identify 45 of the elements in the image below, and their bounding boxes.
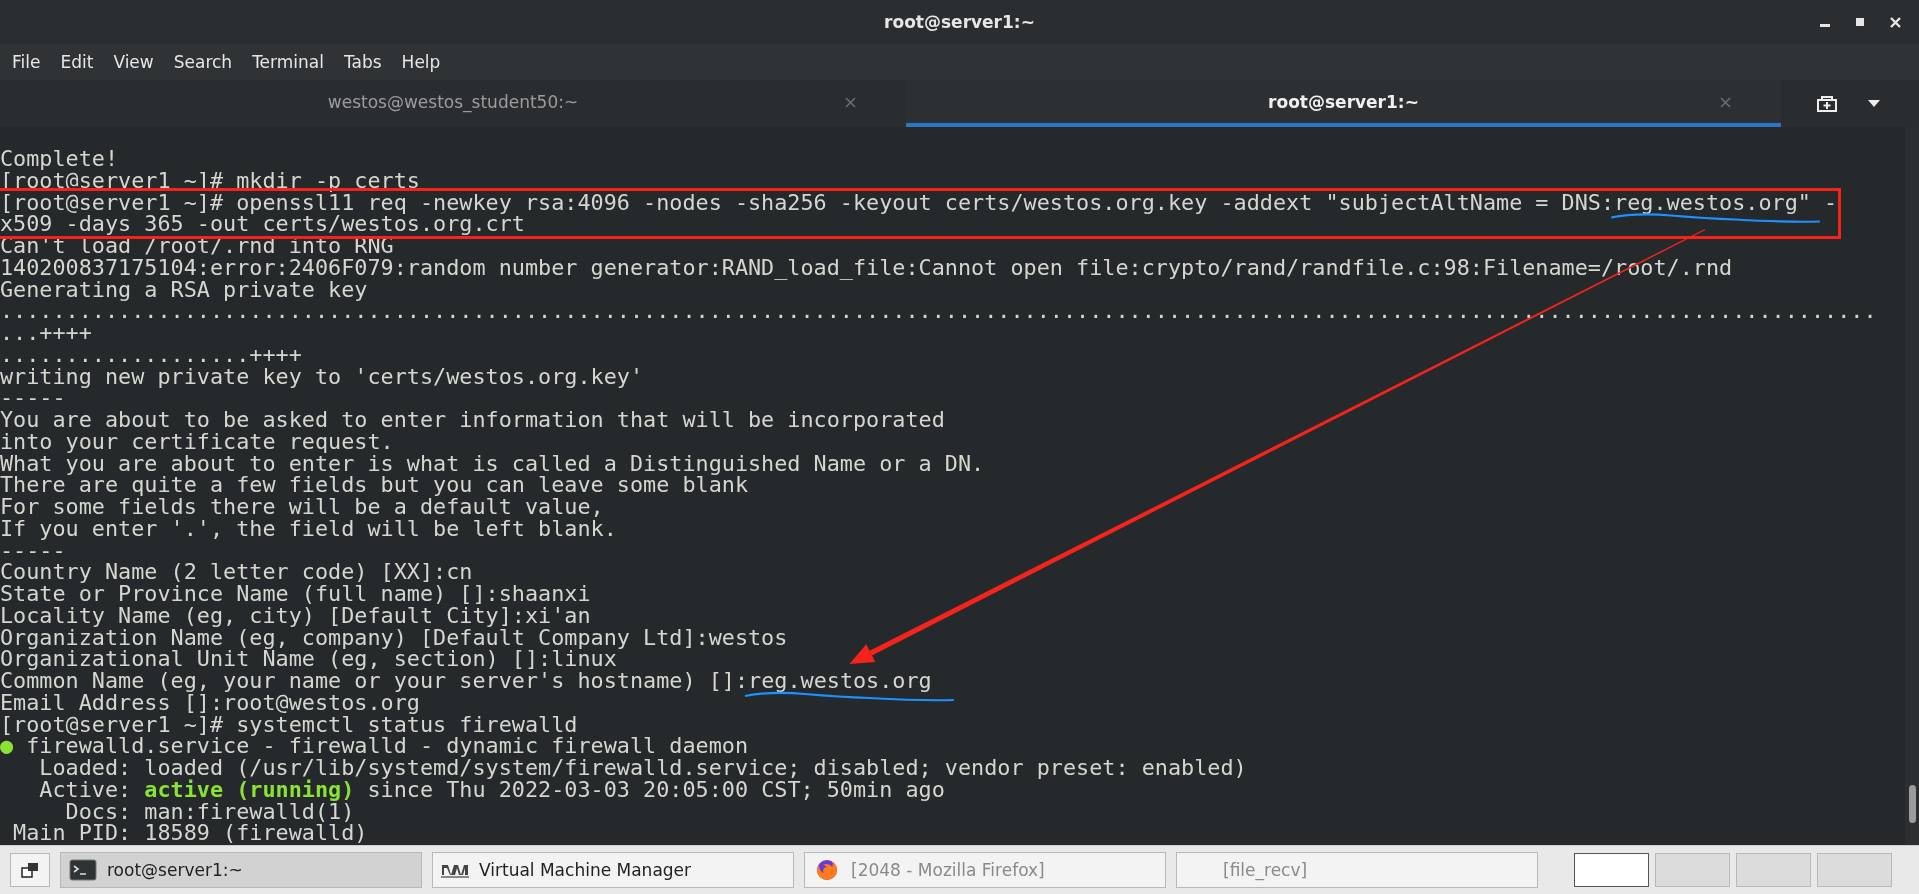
menu-item[interactable]: Edit: [50, 49, 104, 75]
terminal-line: Main PID: 18589 (firewalld): [12, 822, 368, 844]
taskbar-item[interactable]: root@server1:~: [60, 852, 422, 888]
terminal-line: Complete!: [0, 148, 119, 170]
terminal-icon: [69, 859, 97, 881]
caret-icon[interactable]: [1868, 100, 1880, 107]
terminal-line: -----: [0, 539, 66, 562]
menu-item[interactable]: Terminal: [242, 49, 334, 75]
scrollbar-thumb[interactable]: [1909, 785, 1916, 823]
terminal-line: Email Address []:root@westos.org: [0, 691, 420, 714]
terminal-line: ...................++++: [0, 343, 302, 366]
menu-item[interactable]: Search: [163, 49, 243, 75]
workspace-button[interactable]: [1574, 853, 1649, 887]
terminal-line: Docs: man:firewalld(1): [64, 800, 355, 823]
terminal-line: Active: active (running) since Thu 2022-03-03 20:05:00 CST; 50min ago: [38, 778, 945, 801]
terminal-line: State or Province Name (full name) []:shaanxi: [0, 583, 591, 605]
windows-icon: [21, 862, 39, 878]
terminal-line: ...++++: [0, 322, 92, 344]
menu-item[interactable]: Tabs: [333, 49, 392, 75]
menu-item[interactable]: View: [103, 49, 164, 75]
terminal-line: x509 -days 365 -out certs/westos.org.crt: [0, 213, 525, 235]
terminal-line: Organizational Unit Name (eg, section) []:linux: [0, 648, 617, 670]
show-desktop-button[interactable]: [10, 853, 50, 887]
terminal-line: [root@server1 ~]# openssl11 req -newkey rsa:4096 -nodes -sha256 -keyout certs/westos.org.key -addext "subjectAltName = DNS:reg.westos.org" -: [0, 191, 1838, 214]
terminal-line: You are about to be asked to enter information that will be incorporated: [0, 409, 945, 431]
menu-item[interactable]: Help: [391, 49, 451, 75]
taskbar-item[interactable]: Virtual Machine Manager: [432, 852, 794, 888]
terminal-line: Common Name (eg, your name or your server's hostname) []:reg.westos.org: [0, 670, 932, 692]
terminal-line: into your certificate request.: [0, 430, 394, 453]
terminal-line: What you are about to enter is what is called a Distinguished Name or a DN.: [0, 452, 985, 475]
terminal-line: Generating a RSA private key: [0, 278, 368, 301]
terminal-line: writing new private key to 'certs/westos.org.key': [0, 365, 644, 388]
terminal-line: Organization Name (eg, company) [Default Company Ltd]:westos: [0, 626, 788, 649]
terminal-line: [root@server1 ~]# systemctl status firewalld: [0, 713, 578, 736]
terminal-line: Locality Name (eg, city) [Default City]:xi'an: [0, 604, 591, 627]
terminal-line: -----: [0, 387, 66, 409]
window-title: root@server1:~: [884, 12, 1035, 32]
terminal-line: There are quite a few fields but you can leave some blank: [0, 474, 748, 496]
menu-item[interactable]: File: [2, 49, 51, 75]
terminal-line: If you enter '.', the field will be left blank.: [0, 517, 617, 540]
terminal-line: For some fields there will be a default value,: [0, 496, 604, 518]
new-tab-icon[interactable]: [1816, 94, 1838, 113]
tab[interactable]: westos@westos_student50:~: [0, 80, 906, 127]
terminal-line: Loaded: loaded (/usr/lib/systemd/system/firewalld.service; disabled; vendor preset: enabled): [38, 757, 1247, 779]
terminal-line: Country Name (2 letter code) [XX]:cn: [0, 561, 473, 583]
